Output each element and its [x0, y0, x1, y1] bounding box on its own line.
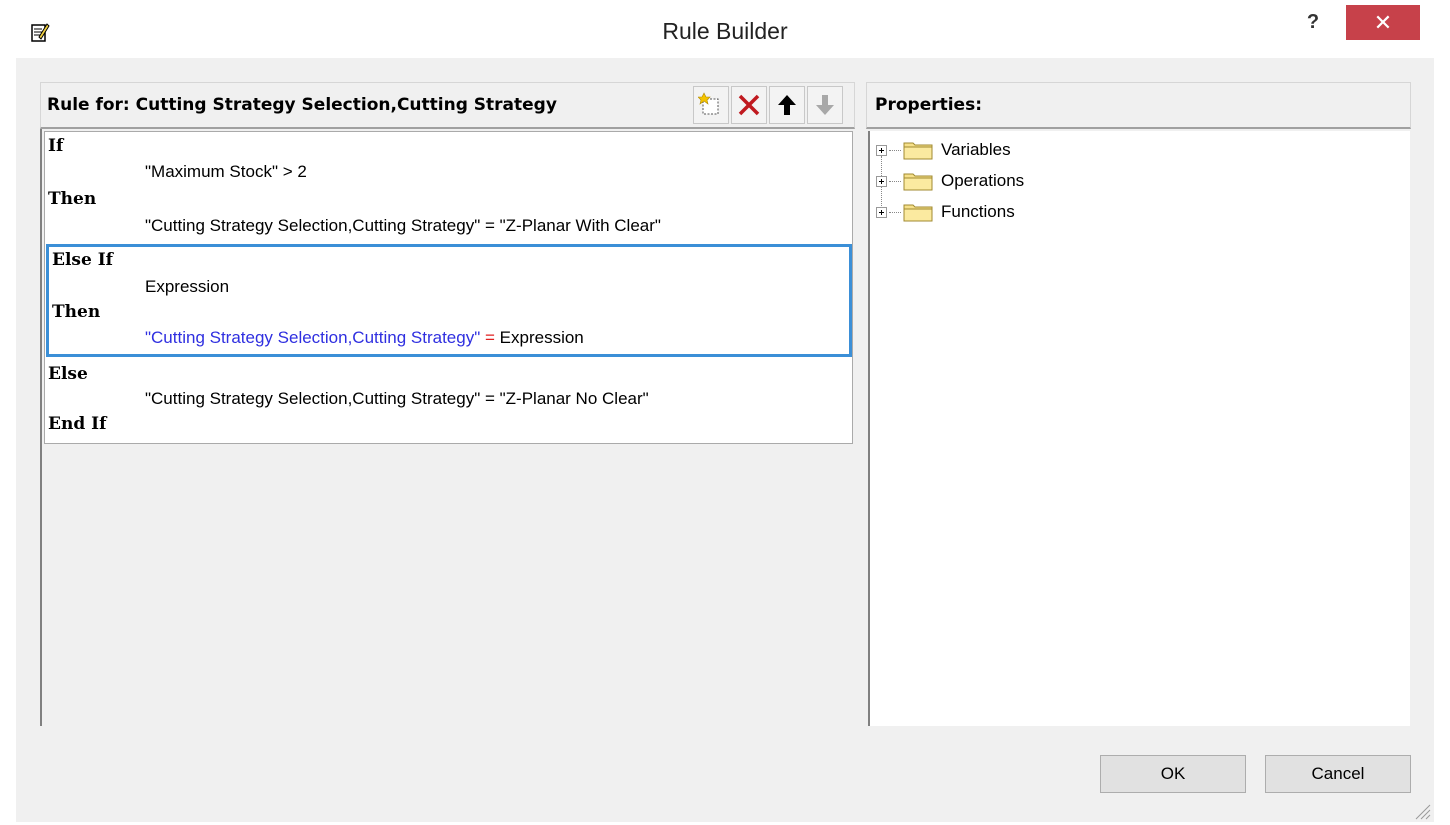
tree-label: Variables [941, 140, 1011, 159]
delete-icon [738, 94, 760, 116]
move-up-icon [778, 95, 796, 115]
move-down-button[interactable] [807, 86, 843, 124]
else-if-keyword: Else If [52, 250, 113, 270]
move-down-icon [816, 95, 834, 115]
tree-dots [889, 211, 901, 213]
target-variable[interactable]: "Cutting Strategy Selection,Cutting Stra… [145, 328, 480, 347]
cancel-button[interactable]: Cancel [1265, 755, 1411, 793]
folder-icon [903, 142, 933, 160]
rule-builder-window: Rule Builder ? ✕ Rule for: Cutting Strat… [0, 0, 1450, 825]
help-button[interactable]: ? [1297, 6, 1329, 38]
resize-grip-icon[interactable] [1413, 802, 1431, 820]
then-keyword: Then [48, 189, 97, 209]
if-keyword: If [48, 136, 64, 156]
title-bar: Rule Builder ? ✕ [0, 0, 1450, 58]
folder-icon [903, 173, 933, 191]
if-condition[interactable]: "Maximum Stock" > 2 [145, 162, 307, 182]
window-title: Rule Builder [662, 18, 788, 44]
new-rule-button[interactable] [693, 86, 729, 124]
rule-panel-title: Rule for: Cutting Strategy Selection,Cut… [47, 95, 557, 115]
tree-item-operations[interactable]: Operations [876, 170, 1024, 192]
else-keyword: Else [48, 364, 88, 384]
close-button[interactable]: ✕ [1346, 5, 1420, 40]
expand-icon[interactable] [876, 206, 887, 218]
else-statement[interactable]: "Cutting Strategy Selection,Cutting Stra… [145, 389, 649, 409]
else-if-statement[interactable]: "Cutting Strategy Selection,Cutting Stra… [145, 328, 584, 348]
rule-toolbar [693, 86, 845, 124]
move-up-button[interactable] [769, 86, 805, 124]
tree-dots [889, 149, 901, 151]
then-keyword-2: Then [52, 302, 101, 322]
delete-rule-button[interactable] [731, 86, 767, 124]
expand-icon[interactable] [876, 175, 887, 187]
end-if-keyword: End If [48, 414, 107, 434]
tree-label: Functions [941, 202, 1015, 221]
assign-operator: = [484, 328, 495, 347]
tree-item-functions[interactable]: Functions [876, 201, 1015, 223]
ok-button[interactable]: OK [1100, 755, 1246, 793]
expand-icon[interactable] [876, 144, 887, 156]
tree-item-variables[interactable]: Variables [876, 139, 1011, 161]
tree-label: Operations [941, 171, 1025, 190]
new-rule-icon [698, 92, 719, 115]
tree-dots [889, 180, 901, 182]
else-if-condition[interactable]: Expression [145, 277, 229, 297]
then-statement[interactable]: "Cutting Strategy Selection,Cutting Stra… [145, 216, 661, 236]
folder-icon [903, 204, 933, 222]
properties-title: Properties: [875, 95, 983, 115]
value-expression[interactable]: Expression [500, 328, 584, 347]
